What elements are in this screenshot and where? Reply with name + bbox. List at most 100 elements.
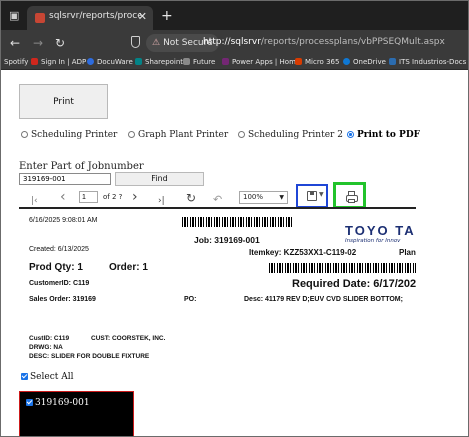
save-icon	[307, 191, 317, 201]
radio-circle-icon	[128, 131, 135, 138]
back-icon[interactable]: ↶	[213, 194, 222, 205]
adp-icon	[31, 58, 38, 65]
folder-icon	[135, 58, 142, 65]
bookmark-micro-365[interactable]: Micro 365	[295, 56, 339, 69]
company-logo: TOYO TANS	[345, 223, 416, 238]
back-arrow-icon[interactable]: ←	[10, 36, 20, 50]
tab-bar: ▣ sqlsrvr/reports/processplans/vbPPSE ✕ …	[1, 1, 468, 30]
warning-icon: ⚠	[152, 38, 161, 48]
bookmark-label: Spotify	[4, 58, 29, 66]
chevron-down-icon: ▼	[319, 191, 324, 198]
bookmark-label: ITS Industrios-Docs	[399, 58, 467, 66]
bookmarks-bar: Spotify Sign In | ADP DocuWare Sharepoin…	[1, 56, 468, 70]
report-drwg: DRWG: NA	[29, 344, 63, 351]
report-cust-id: CustID: C119	[29, 335, 70, 342]
viewer-print-button[interactable]	[333, 182, 366, 209]
close-tab-icon[interactable]: ✕	[138, 10, 147, 23]
bookmark-label: Sign In | ADP	[41, 58, 87, 66]
bookmark-adp[interactable]: Sign In | ADP	[31, 56, 86, 69]
page-count: of 2 ?	[103, 193, 123, 201]
bookmark-label: Future	[193, 58, 216, 66]
docs-icon	[389, 58, 396, 65]
forward-arrow-icon[interactable]: →	[33, 36, 43, 50]
docuware-icon	[87, 58, 94, 65]
microsoft-365-icon	[295, 58, 302, 65]
company-tagline: Inspiration for Innov	[345, 238, 401, 244]
report-document: 6/16/2025 9:08:01 AM TOYO TANS Inspirati…	[19, 207, 416, 394]
chevron-down-icon: ▼	[279, 194, 284, 201]
zoom-value: 100%	[243, 193, 264, 201]
folder-icon	[183, 58, 190, 65]
bookmark-label: Micro 365	[305, 58, 340, 66]
bookmark-sharepoint[interactable]: Sharepoint	[135, 56, 183, 69]
bookmark-docuware[interactable]: DocuWare	[87, 56, 133, 69]
report-sales-order: Sales Order: 319169	[29, 296, 96, 303]
bookmark-power-apps[interactable]: Power Apps | Home	[222, 56, 300, 69]
radio-scheduling-printer[interactable]: Scheduling Printer	[21, 130, 117, 140]
browser-tab[interactable]: sqlsrvr/reports/processplans/vbPPSE ✕	[27, 6, 153, 30]
first-page-icon[interactable]: |‹	[31, 196, 38, 207]
bookmark-its-docs[interactable]: ITS Industrios-Docs	[389, 56, 466, 69]
radio-graph-plant-printer[interactable]: Graph Plant Printer	[128, 130, 228, 140]
tab-title: sqlsrvr/reports/processplans/vbPPSE	[49, 11, 141, 21]
report-desc: Desc: 41179 REV D;EUV CVD SLIDER BOTTOM;	[244, 296, 403, 303]
url-host: http://sqlsrvr	[203, 37, 261, 47]
onedrive-icon	[343, 58, 350, 65]
bookmark-label: Sharepoint	[145, 58, 184, 66]
checkbox-checked-icon	[21, 373, 28, 380]
bookmark-label: Power Apps | Home	[232, 58, 301, 66]
job-list-item[interactable]: 319169-001	[26, 398, 90, 408]
tab-favicon-icon	[35, 13, 45, 23]
new-tab-button[interactable]: +	[161, 9, 173, 23]
radio-circle-icon	[21, 131, 28, 138]
print-icon	[346, 191, 358, 203]
report-datetime: 6/16/2025 9:08:01 AM	[29, 217, 98, 224]
radio-label: Print to PDF	[357, 130, 421, 140]
radio-label: Scheduling Printer 2	[248, 130, 343, 140]
prev-page-icon[interactable]: ‹	[60, 190, 66, 204]
report-prod-qty: Prod Qty: 1	[29, 262, 83, 273]
last-page-icon[interactable]: ›|	[158, 196, 165, 207]
report-created: Created: 6/13/2025	[29, 246, 89, 253]
report-required-date: Required Date: 6/17/2025	[292, 278, 416, 290]
bookmark-label: DocuWare	[97, 58, 133, 66]
report-po: PO:	[184, 296, 197, 303]
save-export-button[interactable]: ▼	[296, 184, 328, 208]
tab-actions-icon[interactable]: ▣	[9, 10, 19, 22]
find-button[interactable]: Find	[115, 172, 204, 186]
itemkey-barcode-icon	[269, 263, 416, 273]
job-number-input[interactable]	[19, 173, 111, 185]
job-search-label: Enter Part of Jobnumber	[19, 161, 144, 172]
zoom-select[interactable]: 100% ▼	[239, 191, 288, 204]
url-path: /reports/processplans/vbPPSEQMult.aspx	[260, 37, 445, 47]
select-all-label: Select All	[30, 372, 74, 382]
job-item-label: 319169-001	[35, 398, 90, 408]
reload-icon[interactable]: ↻	[55, 36, 65, 50]
checkbox-checked-icon	[26, 399, 33, 406]
power-apps-icon	[222, 58, 229, 65]
page-number-input[interactable]	[79, 191, 98, 203]
radio-scheduling-printer-2[interactable]: Scheduling Printer 2	[238, 130, 343, 140]
report-order: Order: 1	[109, 262, 148, 273]
next-page-icon[interactable]: ›	[132, 190, 138, 204]
select-all-checkbox[interactable]: Select All	[21, 372, 73, 382]
job-barcode-icon	[182, 217, 292, 227]
tracking-shield-icon[interactable]	[131, 36, 140, 48]
radio-selected-icon	[347, 131, 354, 138]
bookmark-onedrive[interactable]: OneDrive	[343, 56, 386, 69]
radio-print-to-pdf[interactable]: Print to PDF	[347, 130, 420, 140]
job-list: 319169-001	[19, 391, 134, 436]
radio-label: Graph Plant Printer	[138, 130, 229, 140]
radio-label: Scheduling Printer	[31, 130, 118, 140]
report-job: Job: 319169-001	[194, 235, 260, 245]
refresh-icon[interactable]: ↻	[186, 192, 196, 204]
bookmark-spotify[interactable]: Spotify	[4, 56, 28, 69]
bookmark-label: OneDrive	[353, 58, 386, 66]
bookmark-future[interactable]: Future	[183, 56, 215, 69]
browser-window: ▣ sqlsrvr/reports/processplans/vbPPSE ✕ …	[0, 0, 469, 437]
page-content: Print Scheduling Printer Graph Plant Pri…	[1, 70, 468, 436]
radio-circle-icon	[238, 131, 245, 138]
address-bar[interactable]: http://sqlsrvr/reports/processplans/vbPP…	[203, 37, 445, 47]
report-customer-id: CustomerID: C119	[29, 280, 90, 287]
print-button[interactable]: Print	[19, 84, 108, 119]
